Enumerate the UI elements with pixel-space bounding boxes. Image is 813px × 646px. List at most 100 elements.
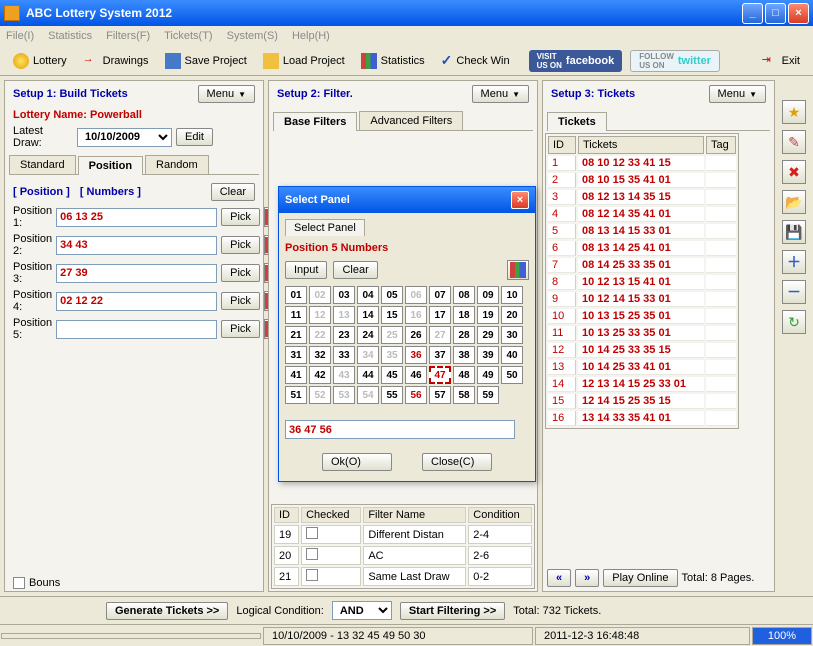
side-star-button[interactable]: ★ [782,100,806,124]
facebook-button[interactable]: VISITUS ONfacebook [529,50,623,72]
number-34[interactable]: 34 [357,346,379,364]
position-2-input[interactable] [56,236,217,255]
panel3-menu-button[interactable]: Menu▼ [709,85,766,103]
dialog-tab[interactable]: Select Panel [285,219,365,236]
number-47[interactable]: 47 [429,366,451,384]
menu-tickets[interactable]: Tickets(T) [164,30,212,42]
logical-condition-select[interactable]: AND [332,601,392,620]
number-52[interactable]: 52 [309,386,331,404]
number-49[interactable]: 49 [477,366,499,384]
side-add-button[interactable]: ＋ [782,250,806,274]
position-1-pick[interactable]: Pick [221,208,260,226]
table-row[interactable]: 108 10 12 33 41 15 [548,156,736,171]
number-17[interactable]: 17 [429,306,451,324]
position-2-pick[interactable]: Pick [221,236,260,254]
number-32[interactable]: 32 [309,346,331,364]
tab-advanced-filters[interactable]: Advanced Filters [359,111,463,130]
number-5[interactable]: 05 [381,286,403,304]
number-55[interactable]: 55 [381,386,403,404]
number-28[interactable]: 28 [453,326,475,344]
latest-draw-select[interactable]: 10/10/2009 [77,128,172,147]
number-8[interactable]: 08 [453,286,475,304]
table-row[interactable]: 910 12 14 15 33 01 [548,292,736,307]
number-29[interactable]: 29 [477,326,499,344]
tab-standard[interactable]: Standard [9,155,76,174]
number-56[interactable]: 56 [405,386,427,404]
side-open-button[interactable]: 📂 [782,190,806,214]
clear-button[interactable]: Clear [211,183,255,201]
table-row[interactable]: 708 14 25 33 35 01 [548,258,736,273]
number-13[interactable]: 13 [333,306,355,324]
tab-position[interactable]: Position [78,156,143,175]
table-row[interactable]: 1010 13 15 25 35 01 [548,309,736,324]
maximize-button[interactable]: □ [765,3,786,24]
number-15[interactable]: 15 [381,306,403,324]
number-33[interactable]: 33 [333,346,355,364]
table-row[interactable]: 508 13 14 15 33 01 [548,224,736,239]
tab-random[interactable]: Random [145,155,209,174]
number-7[interactable]: 07 [429,286,451,304]
number-46[interactable]: 46 [405,366,427,384]
position-3-input[interactable] [56,264,217,283]
position-5-pick[interactable]: Pick [221,320,260,338]
number-26[interactable]: 26 [405,326,427,344]
number-25[interactable]: 25 [381,326,403,344]
number-6[interactable]: 06 [405,286,427,304]
number-42[interactable]: 42 [309,366,331,384]
position-4-input[interactable] [56,292,217,311]
table-row[interactable]: 1512 14 15 25 35 15 [548,394,736,409]
number-20[interactable]: 20 [501,306,523,324]
number-38[interactable]: 38 [453,346,475,364]
close-button[interactable]: × [788,3,809,24]
toolbar-exit[interactable]: ⇥Exit [755,50,807,72]
number-59[interactable]: 59 [477,386,499,404]
table-row[interactable]: 1210 14 25 33 35 15 [548,343,736,358]
number-23[interactable]: 23 [333,326,355,344]
menu-statistics[interactable]: Statistics [48,30,92,42]
number-1[interactable]: 01 [285,286,307,304]
number-4[interactable]: 04 [357,286,379,304]
twitter-button[interactable]: FOLLOWUS ONtwitter [630,50,720,72]
number-45[interactable]: 45 [381,366,403,384]
number-18[interactable]: 18 [453,306,475,324]
position-4-pick[interactable]: Pick [221,292,260,310]
table-row[interactable]: 1613 14 33 35 41 01 [548,411,736,426]
number-16[interactable]: 16 [405,306,427,324]
position-1-input[interactable] [56,208,217,227]
number-40[interactable]: 40 [501,346,523,364]
generate-tickets-button[interactable]: Generate Tickets >> [106,602,228,620]
table-row[interactable]: 308 12 13 14 35 15 [548,190,736,205]
number-54[interactable]: 54 [357,386,379,404]
minimize-button[interactable]: _ [742,3,763,24]
menu-file[interactable]: File(I) [6,30,34,42]
side-edit-button[interactable]: ✎ [782,130,806,154]
number-3[interactable]: 03 [333,286,355,304]
number-41[interactable]: 41 [285,366,307,384]
edit-button[interactable]: Edit [176,128,213,146]
number-44[interactable]: 44 [357,366,379,384]
play-online-button[interactable]: Play Online [603,569,677,587]
toolbar-stats[interactable]: Statistics [354,50,432,72]
number-57[interactable]: 57 [429,386,451,404]
panel1-menu-button[interactable]: Menu▼ [198,85,255,103]
number-11[interactable]: 11 [285,306,307,324]
menu-help[interactable]: Help(H) [292,30,330,42]
dialog-input-button[interactable]: Input [285,261,327,279]
number-35[interactable]: 35 [381,346,403,364]
number-19[interactable]: 19 [477,306,499,324]
dialog-close-button[interactable]: × [511,191,529,209]
number-2[interactable]: 02 [309,286,331,304]
number-43[interactable]: 43 [333,366,355,384]
position-3-pick[interactable]: Pick [221,264,260,282]
number-50[interactable]: 50 [501,366,523,384]
number-39[interactable]: 39 [477,346,499,364]
table-row[interactable]: 1412 13 14 15 25 33 01 [548,377,736,392]
side-delete-button[interactable]: ✖ [782,160,806,184]
prev-page-button[interactable]: « [547,569,571,587]
table-row[interactable]: 810 12 13 15 41 01 [548,275,736,290]
tab-tickets[interactable]: Tickets [547,112,607,131]
number-37[interactable]: 37 [429,346,451,364]
table-row[interactable]: 1110 13 25 33 35 01 [548,326,736,341]
number-51[interactable]: 51 [285,386,307,404]
menu-system[interactable]: System(S) [227,30,278,42]
